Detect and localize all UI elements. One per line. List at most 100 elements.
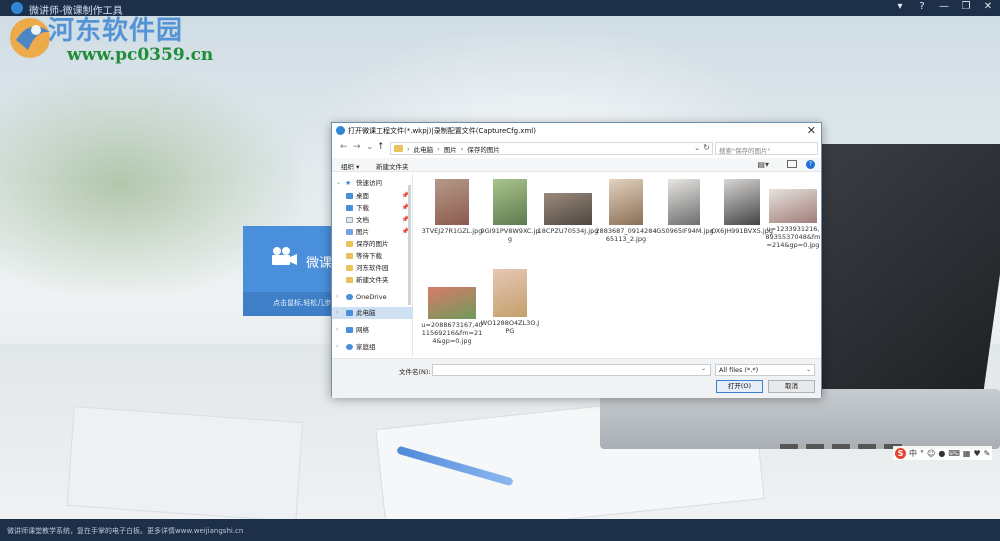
file-thumbnail <box>609 179 643 225</box>
nav-downloads[interactable]: 下载 📌 <box>332 202 413 214</box>
ime-voice-icon[interactable]: ● <box>938 449 945 458</box>
search-input[interactable]: 搜索"保存的图片" <box>715 142 818 155</box>
address-bar[interactable]: › 此电脑 › 图片 › 保存的图片 ⌄ ↻ <box>390 142 713 155</box>
filetype-dropdown-icon: ⌄ <box>805 366 811 373</box>
file-item[interactable]: 3TVEJ27R1GZL.jpg <box>421 179 483 235</box>
file-thumbnail <box>544 193 592 225</box>
ime-chinese-toggle[interactable]: 中 <box>909 448 917 459</box>
file-item[interactable]: 2883687_091428465113_2.jpg <box>595 179 657 243</box>
nav-onedrive[interactable]: › OneDrive <box>332 291 413 303</box>
preview-pane-icon[interactable] <box>787 160 797 168</box>
breadcrumb-item[interactable]: 此电脑 <box>414 144 434 154</box>
nav-new-folder[interactable]: 新建文件夹 <box>332 274 413 286</box>
file-name: OX6JH991BVX5.jpg <box>711 227 773 235</box>
cloud-icon <box>346 294 353 300</box>
folder-icon <box>346 241 353 247</box>
ime-punct-icon[interactable]: ° <box>920 449 924 458</box>
file-thumbnail <box>769 189 817 223</box>
file-item[interactable]: WO1288O4ZL3O.JPG <box>479 269 541 335</box>
help-icon[interactable]: ? <box>916 1 928 12</box>
ime-skin-icon[interactable]: ♥ <box>973 449 980 458</box>
dialog-toolbar: 组织 ▾ 新建文件夹 ▤▾ ? <box>332 158 821 172</box>
help-icon[interactable]: ? <box>806 160 815 169</box>
file-name: 9GI91PV8W9XC.jpg <box>480 227 540 243</box>
dialog-title: 打开微课工程文件(*.wkpj)|录制配置文件(CaptureCfg.xml) <box>348 127 536 135</box>
file-name: IGS0965IF94M.jpg <box>654 227 714 235</box>
nav-pending-downloads[interactable]: 等待下载 <box>332 250 413 262</box>
status-bar: 微讲师课堂教学系统，复在手掌的电子白板。更多详情www.weijiangshi.… <box>0 519 1000 541</box>
filename-field[interactable] <box>432 364 711 376</box>
nav-hedong[interactable]: 河东软件园 <box>332 262 413 274</box>
dialog-nav-row: ← → ⌄ ↑ › 此电脑 › 图片 › 保存的图片 ⌄ ↻ 搜索"保存的图片" <box>332 140 821 156</box>
watermark-url: www.pc0359.cn <box>67 45 214 65</box>
network-icon <box>346 327 353 333</box>
navigation-pane: ⌄ ★ 快速访问 桌面 📌 下载 📌 文档 📌 图片 📌 保存的图片 等待下载 河东软件园 … <box>332 173 413 356</box>
open-file-dialog: 打开微课工程文件(*.wkpj)|录制配置文件(CaptureCfg.xml) … <box>331 122 822 398</box>
nav-this-pc[interactable]: › 此电脑 <box>332 307 413 319</box>
file-thumbnail <box>493 179 527 225</box>
breadcrumb-item[interactable]: 保存的图片 <box>467 144 500 154</box>
folder-icon <box>346 253 353 259</box>
filename-label: 文件名(N): <box>399 368 431 376</box>
nav-saved-pictures[interactable]: 保存的图片 <box>332 238 413 250</box>
nav-homegroup[interactable]: › 家庭组 <box>332 341 413 353</box>
ime-emoji-icon[interactable]: ☺ <box>927 449 935 458</box>
refresh-icon[interactable]: ↻ <box>703 143 710 152</box>
nav-network[interactable]: › 网络 <box>332 324 413 336</box>
restore-icon[interactable]: ❐ <box>960 1 972 12</box>
file-item[interactable]: 18CPZU70534J.jpg <box>537 179 599 235</box>
nav-pictures[interactable]: 图片 📌 <box>332 226 413 238</box>
forward-icon[interactable]: → <box>353 142 361 152</box>
file-list: 3TVEJ27R1GZL.jpg 9GI91PV8W9XC.jpg 18CPZU… <box>417 175 821 355</box>
card-title: 微课 <box>306 256 333 271</box>
file-name: WO1288O4ZL3O.JPG <box>480 319 540 335</box>
view-options-icon[interactable]: ▤▾ <box>757 160 769 169</box>
record-card[interactable]: 微课 点击鼠标,轻松几步 <box>243 226 333 316</box>
document-icon <box>346 217 353 223</box>
open-button[interactable]: 打开(O) <box>716 380 763 393</box>
watermark-name: 河东软件园 <box>48 16 184 46</box>
background-paper <box>66 406 304 519</box>
nav-quick-access[interactable]: ⌄ ★ 快速访问 <box>332 177 413 189</box>
file-name: 3TVEJ27R1GZL.jpg <box>421 227 483 235</box>
file-thumbnail <box>668 179 700 225</box>
file-thumbnail <box>428 287 476 319</box>
filetype-select[interactable]: All files (*.*) ⌄ <box>715 364 815 376</box>
file-item[interactable]: 9GI91PV8W9XC.jpg <box>479 179 541 243</box>
card-subtitle: 点击鼠标,轻松几步 <box>243 292 333 316</box>
ime-tool-icon[interactable]: ✎ <box>984 449 991 458</box>
pictures-icon <box>346 229 353 235</box>
laptop-base <box>600 389 1000 449</box>
file-name: u=1233931216,8935537048&fm=214&gp=0.jpg <box>765 225 821 249</box>
file-item[interactable]: u=1233931216,8935537048&fm=214&gp=0.jpg <box>765 189 821 249</box>
file-name: 18CPZU70534J.jpg <box>537 227 599 235</box>
ime-grid-icon[interactable]: ▦ <box>963 449 971 458</box>
file-thumbnail <box>435 179 469 225</box>
nav-documents[interactable]: 文档 📌 <box>332 214 413 226</box>
download-icon <box>346 205 353 211</box>
dialog-close-icon[interactable]: ✕ <box>807 124 816 137</box>
breadcrumb-item[interactable]: 图片 <box>444 144 457 154</box>
back-icon[interactable]: ← <box>340 142 348 152</box>
nav-desktop[interactable]: 桌面 📌 <box>332 190 413 202</box>
minimize-icon[interactable]: — <box>938 1 950 12</box>
window-controls: ▾ ? — ❐ ✕ <box>894 1 994 12</box>
folder-icon <box>346 265 353 271</box>
up-folder-icon[interactable]: ↑ <box>377 142 385 152</box>
menu-dropdown-icon[interactable]: ▾ <box>894 1 906 12</box>
file-item[interactable]: OX6JH991BVX5.jpg <box>711 179 773 235</box>
dialog-bottom: 文件名(N): ⌄ All files (*.*) ⌄ 打开(O) 取消 <box>332 358 821 398</box>
nav-scrollbar[interactable] <box>408 175 412 353</box>
history-dropdown-icon[interactable]: ⌄ <box>366 142 374 152</box>
file-thumbnail <box>724 179 760 225</box>
sogou-logo-icon[interactable]: S <box>895 447 906 459</box>
organize-button[interactable]: 组织 ▾ <box>341 161 359 171</box>
file-item[interactable]: IGS0965IF94M.jpg <box>653 179 715 235</box>
close-icon[interactable]: ✕ <box>982 1 994 12</box>
address-dropdown-icon[interactable]: ⌄ <box>694 144 700 152</box>
file-item[interactable]: u=2088673167,4011569216&fm=214&gp=0.jpg <box>421 283 483 345</box>
ime-keyboard-icon[interactable]: ⌨ <box>948 449 960 458</box>
new-folder-button[interactable]: 新建文件夹 <box>376 161 409 171</box>
cancel-button[interactable]: 取消 <box>768 380 815 393</box>
star-icon: ★ <box>345 179 352 187</box>
